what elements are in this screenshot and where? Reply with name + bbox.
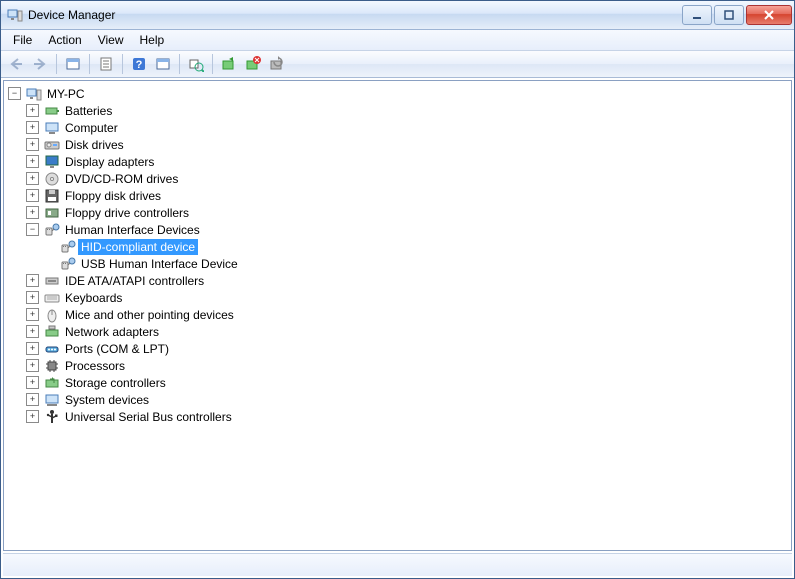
tree-expander[interactable]: −: [8, 87, 21, 100]
tree-expander[interactable]: −: [26, 223, 39, 236]
toolbar-separator: [179, 54, 180, 74]
hid-icon: [44, 222, 60, 238]
tree-expander[interactable]: +: [26, 172, 39, 185]
menubar: File Action View Help: [1, 30, 794, 51]
menu-file[interactable]: File: [5, 31, 40, 49]
tree-expander[interactable]: +: [26, 155, 39, 168]
help-button[interactable]: [128, 53, 150, 75]
keyboard-icon: [44, 290, 60, 306]
tree-category-label[interactable]: Universal Serial Bus controllers: [62, 409, 235, 425]
tree-category-label[interactable]: System devices: [62, 392, 152, 408]
usb-icon: [44, 409, 60, 425]
scan-hardware-button[interactable]: [185, 53, 207, 75]
tree-category-label[interactable]: Floppy drive controllers: [62, 205, 192, 221]
menu-help[interactable]: Help: [132, 31, 173, 49]
update-driver-button[interactable]: [266, 53, 288, 75]
tree-category-label[interactable]: IDE ATA/ATAPI controllers: [62, 273, 207, 289]
display-icon: [44, 154, 60, 170]
forward-button[interactable]: [29, 53, 51, 75]
toolbar-separator: [56, 54, 57, 74]
tree-category-label[interactable]: Storage controllers: [62, 375, 169, 391]
toolbar-separator: [212, 54, 213, 74]
tree-expander[interactable]: +: [26, 274, 39, 287]
tree-category-label[interactable]: Floppy disk drives: [62, 188, 164, 204]
network-icon: [44, 324, 60, 340]
statusbar: [3, 553, 792, 576]
ide-icon: [44, 273, 60, 289]
cpu-icon: [44, 358, 60, 374]
tree-expander[interactable]: +: [26, 393, 39, 406]
pc-icon: [26, 86, 42, 102]
window-title: Device Manager: [28, 8, 682, 22]
tree-category-label[interactable]: Keyboards: [62, 290, 125, 306]
disk-icon: [44, 137, 60, 153]
storage-icon: [44, 375, 60, 391]
tree-expander[interactable]: +: [26, 189, 39, 202]
system-icon: [44, 392, 60, 408]
floppyctl-icon: [44, 205, 60, 221]
mouse-icon: [44, 307, 60, 323]
tree-expander[interactable]: +: [26, 308, 39, 321]
titlebar: Device Manager: [1, 1, 794, 30]
tree-expander[interactable]: +: [26, 376, 39, 389]
tree-category-label[interactable]: Human Interface Devices: [62, 222, 203, 238]
tree-expander[interactable]: +: [26, 342, 39, 355]
computer-icon: [44, 120, 60, 136]
tree-expander[interactable]: +: [26, 359, 39, 372]
tree-root-label[interactable]: MY-PC: [44, 86, 88, 102]
tree-device-label[interactable]: HID-compliant device: [78, 239, 198, 255]
uninstall-device-button[interactable]: [242, 53, 264, 75]
toolbar-separator: [89, 54, 90, 74]
enable-device-button[interactable]: [218, 53, 240, 75]
floppy-icon: [44, 188, 60, 204]
app-icon: [7, 7, 23, 23]
tree-expander[interactable]: +: [26, 410, 39, 423]
tree-category-label[interactable]: Computer: [62, 120, 121, 136]
tree-category-label[interactable]: Batteries: [62, 103, 115, 119]
tree-expander[interactable]: +: [26, 138, 39, 151]
dvd-icon: [44, 171, 60, 187]
tree-expander[interactable]: +: [26, 104, 39, 117]
tree-category-label[interactable]: DVD/CD-ROM drives: [62, 171, 181, 187]
close-button[interactable]: [746, 5, 792, 25]
tree-expander[interactable]: +: [26, 291, 39, 304]
tree-category-label[interactable]: Disk drives: [62, 137, 127, 153]
device-tree-pane[interactable]: − MY-PC + Batteries + Computer + Disk drives + Di…: [3, 80, 792, 551]
tree-device-label[interactable]: USB Human Interface Device: [78, 256, 241, 272]
toolbar: [1, 51, 794, 78]
hid-icon: [60, 256, 76, 272]
port-icon: [44, 341, 60, 357]
tree-spacer: [44, 241, 55, 252]
hid-icon: [60, 239, 76, 255]
toolbar-separator: [122, 54, 123, 74]
menu-action[interactable]: Action: [40, 31, 89, 49]
tree-expander[interactable]: +: [26, 206, 39, 219]
minimize-button[interactable]: [682, 5, 712, 25]
action-pane-button[interactable]: [152, 53, 174, 75]
maximize-button[interactable]: [714, 5, 744, 25]
tree-category-label[interactable]: Mice and other pointing devices: [62, 307, 237, 323]
menu-view[interactable]: View: [90, 31, 132, 49]
back-button[interactable]: [5, 53, 27, 75]
tree-category-label[interactable]: Ports (COM & LPT): [62, 341, 172, 357]
properties-button[interactable]: [95, 53, 117, 75]
tree-category-label[interactable]: Network adapters: [62, 324, 162, 340]
tree-spacer: [44, 258, 55, 269]
battery-icon: [44, 103, 60, 119]
tree-category-label[interactable]: Processors: [62, 358, 128, 374]
tree-category-label[interactable]: Display adapters: [62, 154, 157, 170]
device-manager-window: Device Manager File Action View Help − MY…: [0, 0, 795, 579]
tree-expander[interactable]: +: [26, 325, 39, 338]
tree-expander[interactable]: +: [26, 121, 39, 134]
show-hide-console-button[interactable]: [62, 53, 84, 75]
